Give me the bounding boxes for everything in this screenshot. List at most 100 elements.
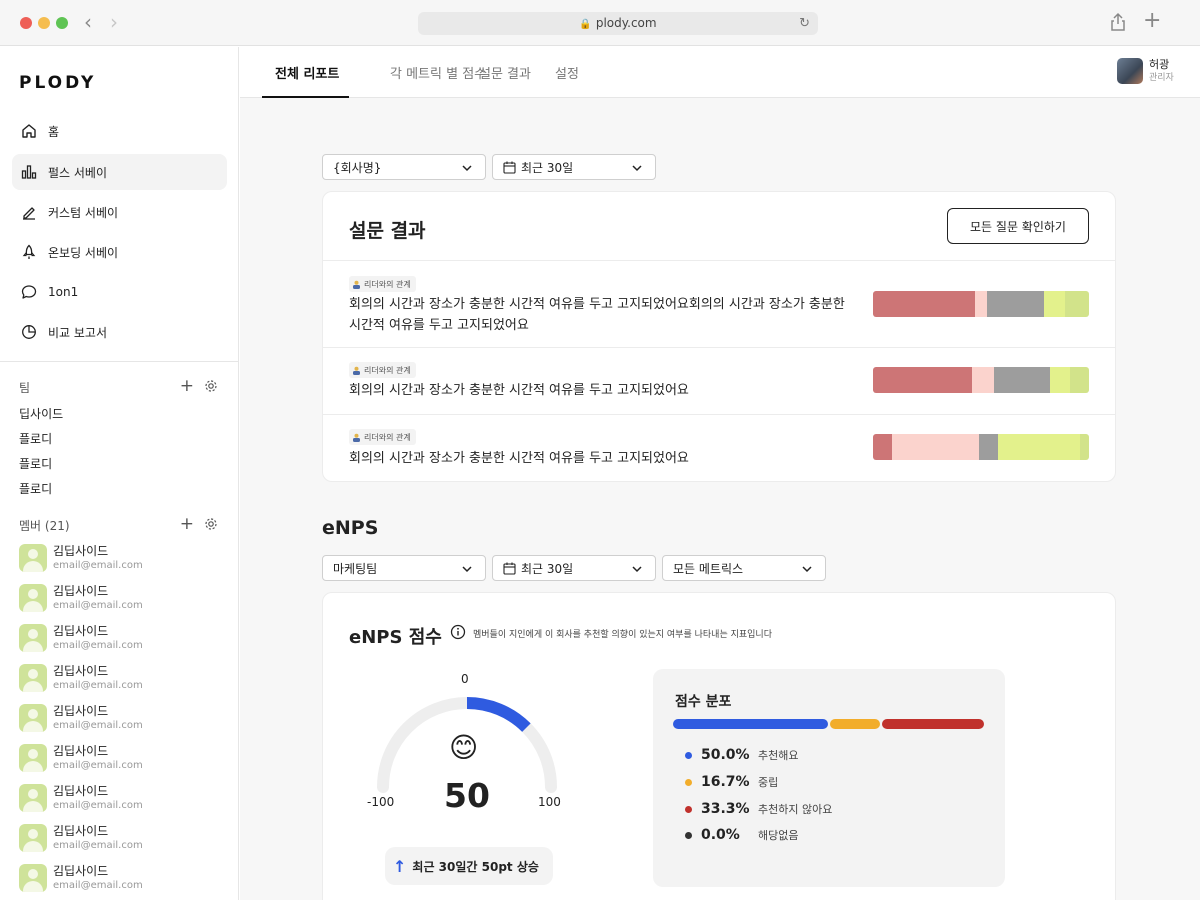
response-segment: [1043, 291, 1066, 317]
member-item[interactable]: 김딥사이드 email@email.com: [19, 584, 143, 612]
legend-percent: 50.0%: [701, 747, 750, 763]
member-email: email@email.com: [53, 720, 143, 731]
gauge-fill: [466, 697, 531, 732]
trend-badge: ↑ 최근 30일간 50pt 상승: [385, 847, 553, 885]
sidebar-item-comparison-report[interactable]: 비교 보고서: [12, 314, 227, 350]
team-select[interactable]: 마케팅팀: [322, 555, 486, 581]
sidebar-item-label: 홈: [48, 124, 60, 139]
metric-select-value: 모든 메트릭스: [673, 561, 744, 576]
member-email: email@email.com: [53, 560, 143, 571]
company-select[interactable]: {회사명}: [322, 154, 486, 180]
member-email: email@email.com: [53, 880, 143, 891]
maximize-window-button[interactable]: [56, 17, 68, 29]
response-segment: [993, 367, 1051, 393]
add-member-icon[interactable]: +: [180, 516, 194, 533]
team-settings-gear-icon[interactable]: [204, 379, 218, 393]
close-window-button[interactable]: [20, 17, 32, 29]
forward-icon[interactable]: ›: [110, 11, 118, 33]
member-item[interactable]: 김딥사이드 email@email.com: [19, 624, 143, 652]
top-tab-bar: 전체 리포트 각 메트릭 별 점수 설문 결과 설정 허광 관리자: [240, 47, 1200, 98]
enps-score-value: 50: [444, 776, 490, 815]
response-segment: [978, 434, 999, 460]
enps-description: 멤버들이 지인에게 이 회사를 추천할 의향이 있는지 여부를 나타내는 지표입…: [473, 630, 772, 640]
gauge-mid-label: 0: [461, 672, 469, 686]
member-email: email@email.com: [53, 600, 143, 611]
user-profile[interactable]: 허광 관리자: [1117, 58, 1174, 84]
rocket-icon: [20, 243, 38, 261]
tab-survey-results[interactable]: 설문 결과: [479, 63, 531, 82]
enps-score-title: eNPS 점수: [349, 627, 442, 648]
avatar: [19, 664, 47, 692]
teams-section-title: 팀: [19, 381, 31, 395]
url-text: plody.com: [595, 16, 657, 30]
member-item[interactable]: 김딥사이드 email@email.com: [19, 824, 143, 852]
team-item[interactable]: 딥사이드: [19, 405, 63, 422]
back-icon[interactable]: ‹: [84, 11, 92, 33]
team-item[interactable]: 플로디: [19, 430, 52, 447]
sidebar-item-onboarding-survey[interactable]: 온보딩 서베이: [12, 234, 227, 270]
reload-icon[interactable]: ↻: [799, 12, 810, 35]
sidebar-item-1on1[interactable]: 1on1: [12, 274, 227, 310]
user-name: 허광: [1149, 58, 1170, 71]
member-email: email@email.com: [53, 680, 143, 691]
legend-row: 0.0% 해당없음: [685, 827, 798, 843]
tab-metric-scores[interactable]: 각 메트릭 별 점수: [390, 63, 486, 82]
arrow-up-icon: ↑: [393, 856, 407, 876]
teams-actions: +: [180, 378, 218, 395]
avatar: [19, 864, 47, 892]
enps-score-card: eNPS 점수 멤버들이 지인에게 이 회사를 추천할 의향이 있는지 여부를 …: [322, 592, 1116, 900]
response-segment: [873, 434, 893, 460]
enps-period-select[interactable]: 최근 30일: [492, 555, 656, 581]
metric-select[interactable]: 모든 메트릭스: [662, 555, 826, 581]
tab-settings[interactable]: 설정: [555, 63, 579, 82]
team-item[interactable]: 플로디: [19, 480, 52, 497]
question-text: 회의의 시간과 장소가 충분한 시간적 여유를 두고 고지되었어요회의의 시간과…: [349, 297, 845, 333]
distribution-segment: [829, 719, 880, 729]
member-item[interactable]: 김딥사이드 email@email.com: [19, 704, 143, 732]
score-distribution-panel: 점수 분포 50.0% 추천해요 16.7% 중립 33.3% 추천하지 않아요 0.…: [653, 669, 1005, 887]
legend-percent: 33.3%: [701, 801, 750, 817]
response-segment: [873, 291, 975, 317]
avatar: [19, 704, 47, 732]
response-distribution-bar: [873, 434, 1089, 460]
sidebar-item-label: 비교 보고서: [48, 325, 108, 340]
share-icon[interactable]: [1109, 12, 1127, 32]
legend-dot: [685, 751, 692, 759]
legend-percent: 0.0%: [701, 827, 740, 843]
score-distribution-title: 점수 분포: [675, 694, 732, 710]
members-section-title: 멤버 (21): [19, 519, 70, 533]
new-tab-icon[interactable]: +: [1143, 9, 1161, 33]
member-item[interactable]: 김딥사이드 email@email.com: [19, 784, 143, 812]
row-divider: [323, 414, 1115, 415]
response-segment: [873, 367, 973, 393]
minimize-window-button[interactable]: [38, 17, 50, 29]
view-all-questions-button[interactable]: 모든 질문 확인하기: [947, 208, 1089, 244]
tab-overall-report[interactable]: 전체 리포트: [275, 63, 339, 82]
enps-period-select-value: 최근 30일: [521, 561, 574, 576]
sidebar-item-pulse-survey[interactable]: 펄스 서베이: [12, 154, 227, 190]
sidebar-divider: [0, 361, 239, 362]
member-settings-gear-icon[interactable]: [204, 517, 218, 531]
home-icon: [20, 122, 38, 140]
distribution-segment: [673, 719, 828, 729]
response-segment: [987, 291, 1044, 317]
address-bar[interactable]: 🔒 plody.com ↻: [418, 12, 818, 35]
info-icon[interactable]: [450, 624, 466, 640]
pencil-icon: [20, 203, 38, 221]
tag-label: 리더와의 관계: [364, 279, 411, 289]
team-item[interactable]: 플로디: [19, 455, 52, 472]
score-distribution-bar: [673, 719, 986, 729]
sidebar-item-custom-survey[interactable]: 커스텀 서베이: [12, 194, 227, 230]
member-item[interactable]: 김딥사이드 email@email.com: [19, 744, 143, 772]
lock-icon: 🔒: [579, 19, 592, 30]
question-category-tag: 리더와의 관계: [349, 276, 416, 292]
legend-label: 해당없음: [758, 829, 799, 842]
member-item[interactable]: 김딥사이드 email@email.com: [19, 864, 143, 892]
member-item[interactable]: 김딥사이드 email@email.com: [19, 544, 143, 572]
period-select[interactable]: 최근 30일: [492, 154, 656, 180]
member-item[interactable]: 김딥사이드 email@email.com: [19, 664, 143, 692]
distribution-segment: [881, 719, 984, 729]
member-name: 김딥사이드: [53, 664, 109, 678]
sidebar-item-home[interactable]: 홈: [12, 113, 227, 149]
add-team-icon[interactable]: +: [180, 378, 194, 395]
